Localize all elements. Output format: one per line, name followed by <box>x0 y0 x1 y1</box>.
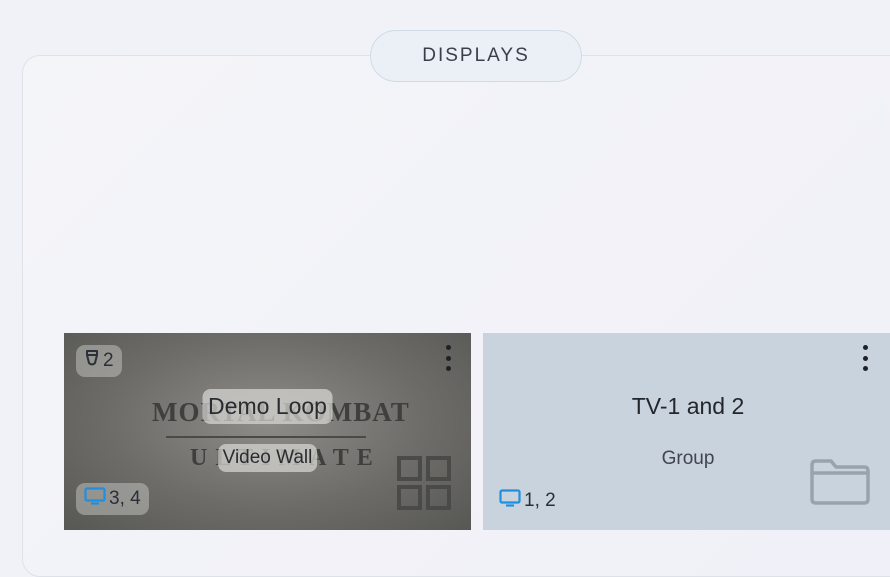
card-type-label: Group <box>661 448 715 469</box>
display-count-badge: 3, 4 <box>76 483 149 515</box>
tag-icon <box>84 349 100 373</box>
card-background-art-rule <box>166 436 366 438</box>
section-title: DISPLAYS <box>422 45 530 66</box>
folder-icon <box>809 457 871 512</box>
display-numbers: 3, 4 <box>109 488 141 509</box>
card-title: Demo Loop <box>202 389 333 424</box>
display-numbers: 1, 2 <box>524 490 556 511</box>
monitor-icon <box>84 487 106 511</box>
card-type-label: Video Wall <box>217 444 318 472</box>
monitor-icon <box>499 489 521 513</box>
card-menu-button[interactable] <box>442 345 454 371</box>
grid-icon <box>396 455 452 516</box>
display-count-badge: 1, 2 <box>499 489 556 513</box>
card-title: TV-1 and 2 <box>631 393 745 419</box>
display-card-tv-1-and-2[interactable]: TV-1 and 2 Group 1, 2 <box>483 333 890 530</box>
display-card-demo-loop[interactable]: MORTAL KOMBAT ULTIMATE 2 Demo Loop Video… <box>64 333 471 530</box>
section-title-pill: DISPLAYS <box>370 30 582 82</box>
priority-count: 2 <box>103 350 114 371</box>
card-menu-button[interactable] <box>859 345 871 371</box>
priority-badge: 2 <box>76 345 122 377</box>
